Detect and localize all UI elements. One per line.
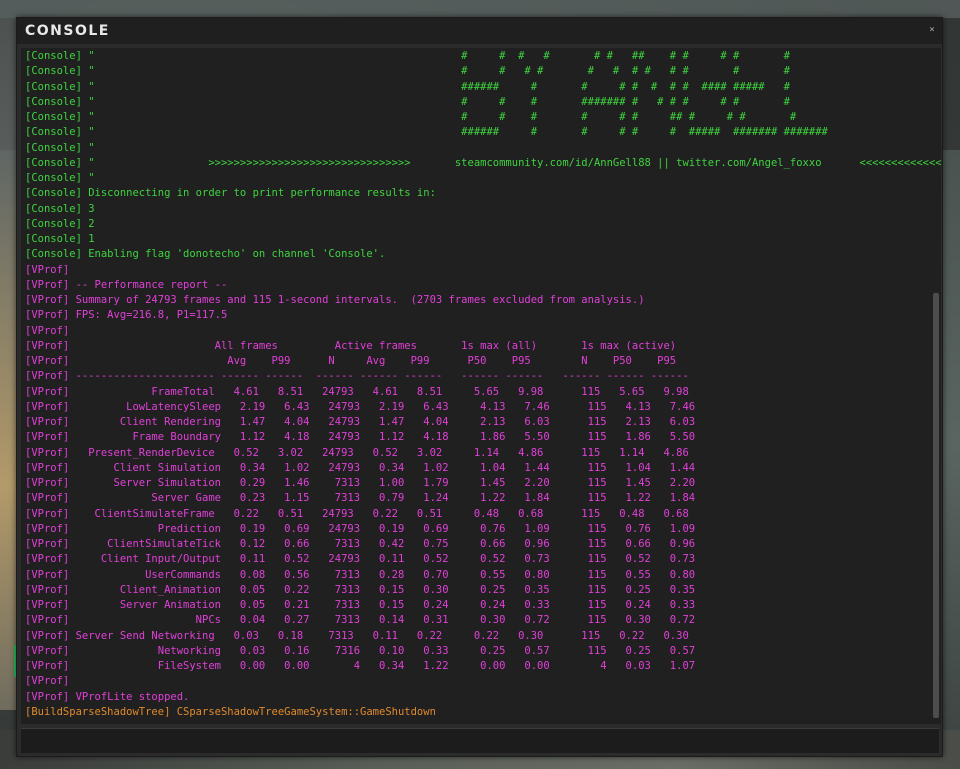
console-line: [Console] " # # # ####### # # # # # # #: [25, 95, 790, 108]
background-top-strip: [0, 0, 960, 18]
console-line: [Console] " >>>>>>>>>>>>>>>>>>>>>>>>>>>>…: [25, 156, 941, 169]
console-line: [VProf]: [25, 675, 70, 688]
console-line: [Console] Enabling flag 'donotecho' on c…: [25, 248, 386, 261]
console-command-input[interactable]: [21, 729, 939, 753]
console-line: [Console] 3: [25, 202, 95, 215]
console-line: [VProf] Client Simulation 0.34 1.02 2479…: [25, 461, 696, 474]
console-line: [VProf] Client_Animation 0.05 0.22 7313 …: [25, 583, 696, 596]
console-output[interactable]: [Console] " # # # # # # ## # # # # # [Con…: [21, 48, 941, 724]
console-line: [VProf] NPCs 0.04 0.27 7313 0.14 0.31 0.…: [25, 614, 696, 627]
console-line: [Console] " ###### # # # # # # # #### ##…: [25, 80, 790, 93]
console-titlebar[interactable]: CONSOLE ×: [17, 18, 942, 44]
console-line: [Console] 2: [25, 217, 95, 230]
console-line: [Console] 1: [25, 233, 95, 245]
console-line: [VProf] Server Game 0.23 1.15 7313 0.79 …: [25, 492, 696, 505]
console-line: [Console] " ###### # # # # # ##### #####…: [25, 126, 828, 139]
console-line: [Console] " # # # # # # # # # # # #: [25, 65, 790, 78]
background-right-scenery: [940, 150, 960, 740]
console-line: [VProf] Server Send Networking 0.03 0.18…: [25, 629, 689, 642]
console-line: [Console] ": [25, 172, 95, 184]
console-line: [VProf] Client Rendering 1.47 4.04 24793…: [25, 416, 696, 428]
console-line: [VProf] UserCommands 0.08 0.56 7313 0.28…: [25, 568, 696, 581]
console-line: [Console] " # # # # # # ## # # # #: [25, 111, 797, 123]
console-line: [Console] " # # # # # # ## # # # # #: [25, 50, 790, 62]
console-line: [VProf]: [25, 324, 70, 337]
console-line: [VProf] Summary of 24793 frames and 115 …: [25, 294, 645, 306]
console-line: [VProf] Prediction 0.19 0.69 24793 0.19 …: [25, 522, 696, 535]
console-line: [VProf] Present_RenderDevice 0.52 3.02 2…: [25, 446, 689, 459]
console-line: [VProf] Frame Boundary 1.12 4.18 24793 1…: [25, 431, 696, 444]
console-line: [VProf] Networking 0.03 0.16 7316 0.10 0…: [25, 644, 696, 657]
console-lines: [Console] " # # # # # # ## # # # # # [Con…: [25, 49, 941, 720]
console-line: [VProf] Server Simulation 0.29 1.46 7313…: [25, 477, 696, 489]
console-line: [VProf] ---------------------- ------ --…: [25, 370, 689, 383]
console-line: [VProf] FileSystem 0.00 0.00 4 0.34 1.22…: [25, 660, 696, 672]
console-window[interactable]: CONSOLE × [Console] " # # # # # # ## # #…: [16, 17, 943, 757]
console-line: [Console] ": [25, 141, 95, 154]
console-title: CONSOLE: [25, 23, 110, 39]
console-line: [VProf] Avg P99 N Avg P99 P50 P95 N P50 …: [25, 355, 677, 367]
console-line: [VProf]: [25, 263, 70, 276]
console-line: [VProf] FPS: Avg=216.8, P1=117.5: [25, 309, 228, 322]
console-line: [BuildSparseShadowTree] CSparseShadowTre…: [25, 705, 436, 718]
console-line: [VProf] VProfLite stopped.: [25, 690, 190, 703]
console-line: [VProf] LowLatencySleep 2.19 6.43 24793 …: [25, 400, 696, 413]
console-line: [VProf] Server Animation 0.05 0.21 7313 …: [25, 599, 696, 611]
console-line: [VProf] ClientSimulateFrame 0.22 0.51 24…: [25, 507, 689, 520]
close-icon[interactable]: ×: [926, 24, 938, 36]
console-line: [VProf] Client Input/Output 0.11 0.52 24…: [25, 553, 696, 566]
console-line: [VProf] ClientSimulateTick 0.12 0.66 731…: [25, 538, 696, 550]
console-line: [Console] Disconnecting in order to prin…: [25, 187, 436, 200]
console-scrollbar[interactable]: [933, 293, 939, 718]
console-line: [VProf] -- Performance report --: [25, 278, 228, 291]
console-line: [VProf] FrameTotal 4.61 8.51 24793 4.61 …: [25, 385, 689, 398]
console-line: [VProf] All frames Active frames 1s max …: [25, 339, 677, 352]
console-input-area[interactable]: [21, 728, 939, 753]
